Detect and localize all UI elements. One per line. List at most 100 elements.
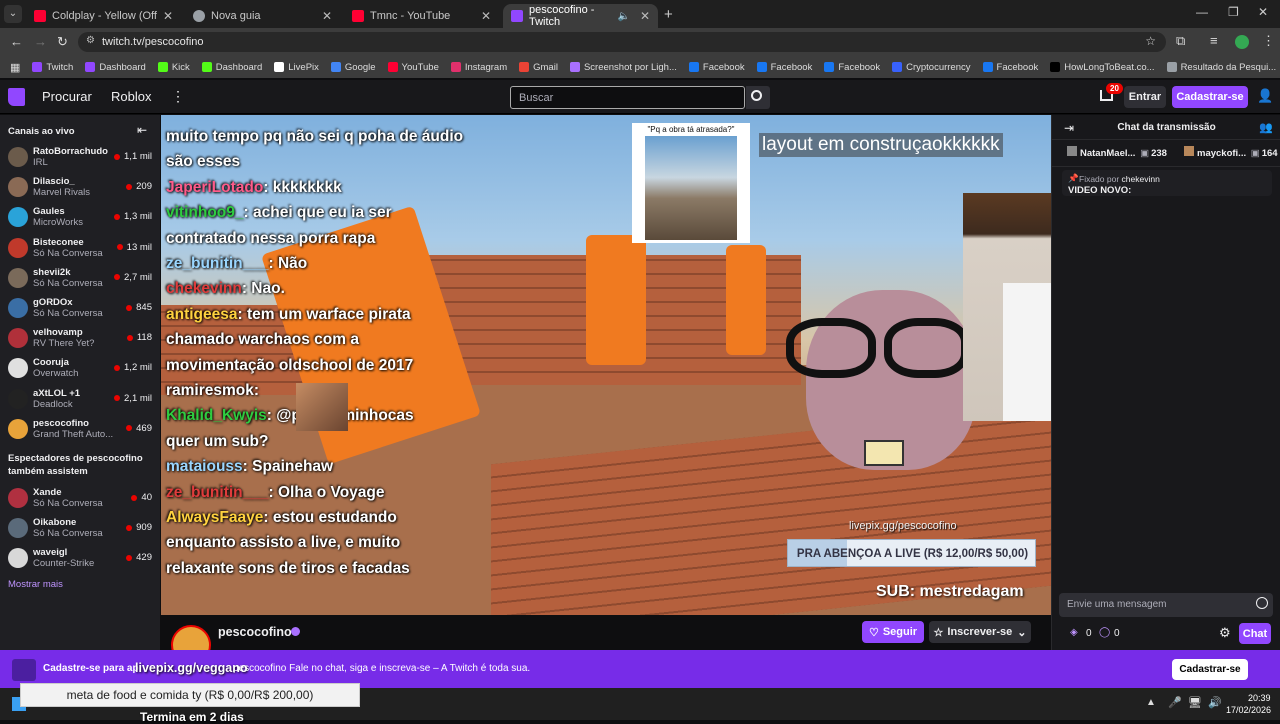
pinned-message[interactable]: 📌 Fixado por chekevinn VIDEO NOVO: [1062, 170, 1272, 196]
chat-users-icon[interactable]: 👥 [1259, 121, 1273, 134]
sidebar-channel[interactable]: velhovamp RV There Yet? 118 [0, 323, 160, 353]
tab-coldplay[interactable]: Coldplay - Yellow (Official Video) ✕ [26, 4, 181, 28]
bookmark-item[interactable]: HowLongToBeat.co... [1044, 56, 1160, 78]
video-player[interactable]: "Pq a obra tá atrasada?" layout em const… [161, 115, 1051, 615]
bookmark-item[interactable]: Facebook [751, 56, 819, 78]
profile-avatar[interactable] [1235, 35, 1249, 49]
close-icon[interactable]: ✕ [163, 9, 173, 23]
bookmark-item[interactable]: Instagram [445, 56, 513, 78]
scene-worker [586, 235, 646, 365]
show-more-link[interactable]: Mostrar mais [8, 579, 63, 590]
sidebar-channel[interactable]: pescocofino Grand Theft Auto... 469 [0, 414, 160, 444]
channel-game: Marvel Rivals [33, 187, 91, 199]
sidebar-channel[interactable]: Gaules MicroWorks 1,3 mil [0, 202, 160, 232]
live-dot-icon [126, 334, 133, 341]
channel-name[interactable]: pescocofino [218, 625, 292, 639]
roblox-link[interactable]: Roblox [111, 89, 151, 104]
sidebar-channel[interactable]: Xande Só Na Conversa 40 [0, 483, 160, 513]
twitch-logo-icon[interactable] [8, 88, 25, 106]
tray-chevron-icon[interactable]: ▲ [1146, 697, 1156, 708]
sidebar-channel[interactable]: waveigl Counter-Strike 429 [0, 543, 160, 573]
avatar [8, 298, 28, 318]
extensions-icon[interactable]: ⧉ [1176, 33, 1185, 49]
top-chatter[interactable]: NatanMael... ▣ 238 [1067, 146, 1167, 159]
signup-button[interactable]: Cadastrar-se [1172, 86, 1248, 108]
banner-signup-button[interactable]: Cadastrar-se [1172, 659, 1248, 680]
network-icon[interactable]: 🖥 [1188, 696, 1202, 709]
sidebar-channel[interactable]: gORDOx Só Na Conversa 845 [0, 293, 160, 323]
emote-picker-icon[interactable] [1256, 597, 1268, 609]
bookmark-item[interactable]: Facebook [818, 56, 886, 78]
search-input[interactable]: Buscar [510, 86, 745, 109]
more-icon[interactable]: ⋮ [171, 88, 185, 105]
tab-new-tab[interactable]: Nova guia ✕ [185, 4, 340, 28]
bookmark-item[interactable]: Kick [152, 56, 196, 78]
bookmark-item[interactable]: Twitch [26, 56, 79, 78]
bookmark-icon [1050, 62, 1061, 72]
chat-message-input[interactable]: Envie uma mensagem [1059, 593, 1273, 617]
bookmark-item[interactable]: Facebook [683, 56, 751, 78]
volume-icon[interactable]: 🔊 [1208, 696, 1222, 709]
overlay-chat-text: são esses [166, 153, 241, 171]
bookmark-item[interactable]: Gmail [513, 56, 564, 78]
search-button[interactable] [746, 86, 770, 109]
top-chatter[interactable]: mayckofi... ▣ 164 [1184, 146, 1278, 159]
microphone-icon[interactable]: 🎤 [1168, 696, 1182, 709]
sidebar-channel[interactable]: Bisteconee Só Na Conversa 13 mil [0, 233, 160, 263]
back-icon[interactable]: ← [10, 34, 23, 49]
login-button[interactable]: Entrar [1124, 86, 1166, 108]
new-tab-button[interactable]: + [664, 6, 673, 23]
bookmark-item[interactable]: YouTube [382, 56, 445, 78]
sidebar-channel[interactable]: Cooruja Overwatch 1,2 mil [0, 353, 160, 383]
menu-icon[interactable]: ⋮ [1262, 33, 1275, 49]
bookmark-item[interactable]: LivePix [268, 56, 325, 78]
forward-icon[interactable]: → [34, 34, 47, 49]
sidebar-channel[interactable]: Oikabone Só Na Conversa 909 [0, 513, 160, 543]
viewer-count: 209 [136, 181, 152, 193]
chat-send-button[interactable]: Chat [1239, 623, 1271, 644]
bookmark-star-icon[interactable]: ☆ [1145, 34, 1156, 48]
site-info-icon[interactable]: ⚙ [86, 35, 95, 46]
subscribe-button[interactable]: ☆ Inscrever-se ⌄ [929, 621, 1031, 643]
overlay-chat-line: chekevinn: Nao. [166, 280, 285, 298]
bookmark-item[interactable]: Google [325, 56, 382, 78]
overlay-chat-line: AlwaysFaaye: estou estudando [166, 509, 397, 527]
reload-icon[interactable]: ↻ [57, 34, 68, 50]
tab-twitch[interactable]: pescocofino - Twitch 🔈 ✕ [503, 4, 658, 28]
sidebar-channel[interactable]: shevii2k Só Na Conversa 2,7 mil [0, 263, 160, 293]
chat-settings-icon[interactable]: ⚙ [1219, 625, 1231, 641]
bookmark-item[interactable]: Screenshot por Ligh... [564, 56, 683, 78]
tab-youtube[interactable]: Tmnc - YouTube ✕ [344, 4, 499, 28]
points-icon[interactable]: ◈ [1070, 627, 1078, 638]
bookmark-item[interactable]: Resultado da Pesqui... [1161, 56, 1280, 78]
clock-time[interactable]: 20:39 [1248, 693, 1271, 703]
minimize-button[interactable]: — [1196, 5, 1208, 19]
bookmark-item[interactable]: Dashboard [196, 56, 268, 78]
restore-button[interactable]: ❐ [1228, 5, 1239, 19]
bookmark-item[interactable]: Facebook [977, 56, 1045, 78]
sidebar-channel[interactable]: Dilascio_ Marvel Rivals 209 [0, 172, 160, 202]
live-dot-icon [126, 425, 133, 432]
window-close-button[interactable]: ✕ [1258, 5, 1268, 19]
live-dot-icon [126, 554, 133, 561]
close-icon[interactable]: ✕ [481, 9, 491, 23]
user-menu-icon[interactable]: 👤 [1257, 88, 1273, 104]
media-icon[interactable]: ≡ [1210, 33, 1218, 48]
overlay-chat-username: mataiouss [166, 458, 243, 476]
collapse-sidebar-icon[interactable]: ⇤ [137, 123, 147, 137]
browse-link[interactable]: Procurar [42, 89, 92, 104]
avatar [8, 418, 28, 439]
bits-balance-icon[interactable]: ◯ [1099, 627, 1110, 638]
bookmark-item[interactable]: Dashboard [79, 56, 151, 78]
tab-list-button[interactable]: ⌄ [4, 5, 22, 23]
sidebar-channel[interactable]: RatoBorrachudo IRL 1,1 mil [0, 142, 160, 172]
url-bar[interactable]: ⚙ twitch.tv/pescocofino ☆ [78, 32, 1166, 52]
speaker-icon[interactable]: 🔈 [617, 11, 629, 22]
apps-icon[interactable]: ▦ [4, 56, 26, 78]
sidebar-channel[interactable]: aXtLOL +1 Deadlock 2,1 mil [0, 384, 160, 414]
clock-date[interactable]: 17/02/2026 [1226, 705, 1271, 715]
close-icon[interactable]: ✕ [322, 9, 332, 23]
follow-button[interactable]: ♡ Seguir [862, 621, 924, 643]
close-icon[interactable]: ✕ [640, 9, 650, 23]
bookmark-item[interactable]: Cryptocurrency [886, 56, 976, 78]
